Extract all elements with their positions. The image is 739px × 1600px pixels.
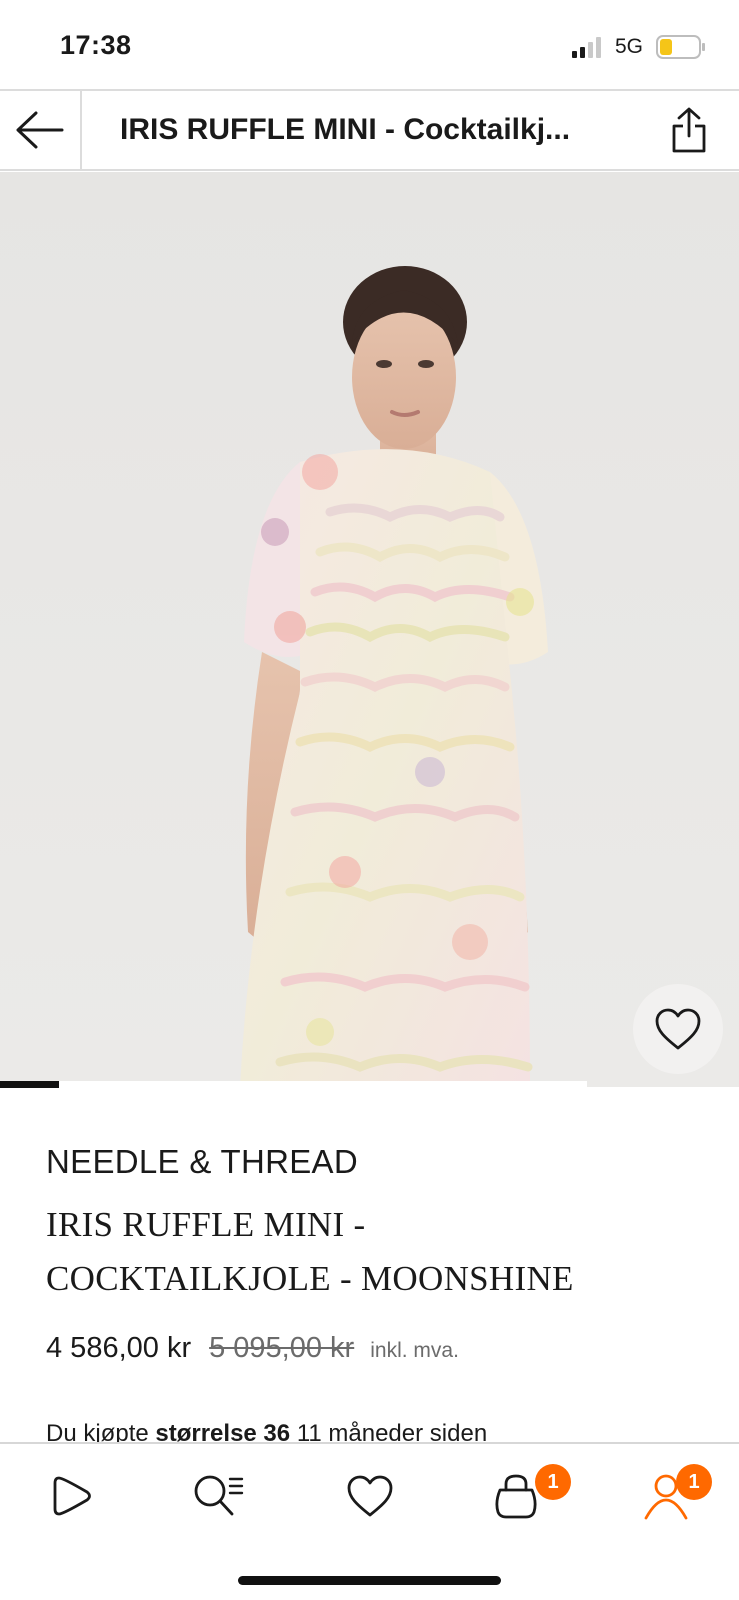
- nav-home[interactable]: [42, 1466, 102, 1526]
- purchase-note-size: størrelse 36: [155, 1420, 291, 1442]
- home-play-icon: [53, 1476, 91, 1516]
- original-price: 5 095,00 kr: [209, 1332, 355, 1364]
- gallery-progress-fill: [0, 1081, 59, 1088]
- price-row: 4 586,00 kr 5 095,00 kr inkl. mva.: [46, 1332, 459, 1365]
- heart-icon: [347, 1475, 393, 1517]
- nav-favorites[interactable]: [340, 1466, 400, 1526]
- vat-note: inkl. mva.: [370, 1339, 459, 1362]
- bag-count-badge: 1: [535, 1464, 571, 1500]
- home-indicator: [238, 1576, 501, 1585]
- search-list-icon: [194, 1475, 244, 1516]
- page-title: IRIS RUFFLE MINI - Cocktailkj...: [120, 113, 571, 146]
- product-title-line-1: IRIS RUFFLE MINI -: [46, 1205, 366, 1244]
- gallery-progress-bar: [0, 1081, 587, 1088]
- battery-low-icon: [656, 35, 705, 59]
- bag-icon: [495, 1474, 537, 1519]
- top-header: IRIS RUFFLE MINI - Cocktailkj...: [0, 89, 739, 171]
- product-title: IRIS RUFFLE MINI - COCKTAILKJOLE - MOONS…: [46, 1198, 706, 1306]
- brand-name[interactable]: NEEDLE & THREAD: [46, 1143, 358, 1181]
- nav-search[interactable]: [188, 1466, 248, 1526]
- signal-bars-icon: [572, 37, 601, 58]
- product-title-line-2: COCKTAILKJOLE - MOONSHINE: [46, 1259, 574, 1298]
- heart-icon: [655, 1008, 701, 1050]
- status-time: 17:38: [60, 30, 132, 60]
- favorite-button[interactable]: [633, 984, 723, 1074]
- share-icon: [672, 107, 706, 153]
- product-photo[interactable]: [0, 172, 739, 1087]
- arrow-left-icon: [16, 111, 64, 149]
- status-bar: 17:38 5G: [0, 0, 739, 90]
- back-button[interactable]: [0, 91, 82, 169]
- current-price: 4 586,00 kr: [46, 1332, 192, 1364]
- network-label: 5G: [615, 35, 644, 58]
- product-photo-illustration: [240, 266, 548, 1087]
- profile-notification-badge: 1: [676, 1464, 712, 1500]
- purchase-note-suffix: 11 måneder siden: [296, 1420, 488, 1442]
- purchase-note-prefix: Du kjøpte: [46, 1420, 149, 1442]
- purchase-history-note: Du kjøpte størrelse 36 11 måneder siden: [46, 1418, 487, 1442]
- share-button[interactable]: [665, 105, 713, 155]
